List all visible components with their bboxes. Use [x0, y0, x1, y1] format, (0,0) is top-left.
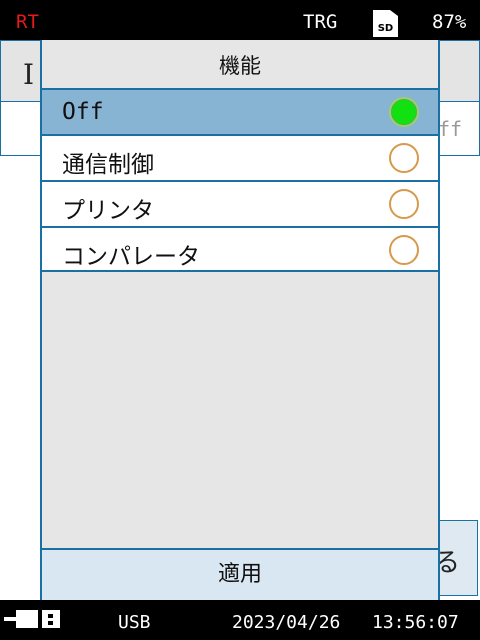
time-display: 13:56:07 — [372, 612, 459, 633]
option-printer[interactable]: プリンタ — [42, 180, 438, 226]
bottom-status-bar: USB 2023/04/26 13:56:07 — [0, 600, 480, 640]
apply-button[interactable]: 適用 — [42, 548, 438, 600]
radio-selected-icon[interactable] — [389, 97, 419, 127]
radio-unselected-icon[interactable] — [389, 235, 419, 265]
battery-level: 87% — [432, 11, 467, 33]
date-display: 2023/04/26 — [232, 612, 341, 633]
radio-unselected-icon[interactable] — [389, 189, 419, 219]
radio-unselected-icon[interactable] — [389, 143, 419, 173]
connection-label: USB — [118, 612, 151, 633]
option-off[interactable]: Off — [42, 88, 438, 134]
option-label: 通信制御 — [62, 152, 154, 178]
background-header-text: I — [23, 58, 35, 91]
option-comparator[interactable]: コンパレータ — [42, 226, 438, 272]
background-setting-value: ff — [438, 117, 463, 141]
option-label: Off — [62, 99, 104, 125]
mode-indicator: RT — [16, 11, 39, 33]
usb-connection-icon — [4, 610, 60, 628]
popup-title: 機能 — [42, 40, 438, 88]
top-status-bar: RT TRG SD 87% — [0, 0, 480, 40]
option-label: プリンタ — [62, 198, 154, 224]
list-divider — [42, 270, 438, 272]
sd-card-icon: SD — [373, 10, 398, 37]
trigger-indicator: TRG — [303, 11, 338, 33]
option-communication-control[interactable]: 通信制御 — [42, 134, 438, 180]
function-select-popup: 機能 Off 通信制御 プリンタ コンパレータ 適用 — [40, 40, 440, 600]
option-label: コンパレータ — [62, 244, 200, 270]
